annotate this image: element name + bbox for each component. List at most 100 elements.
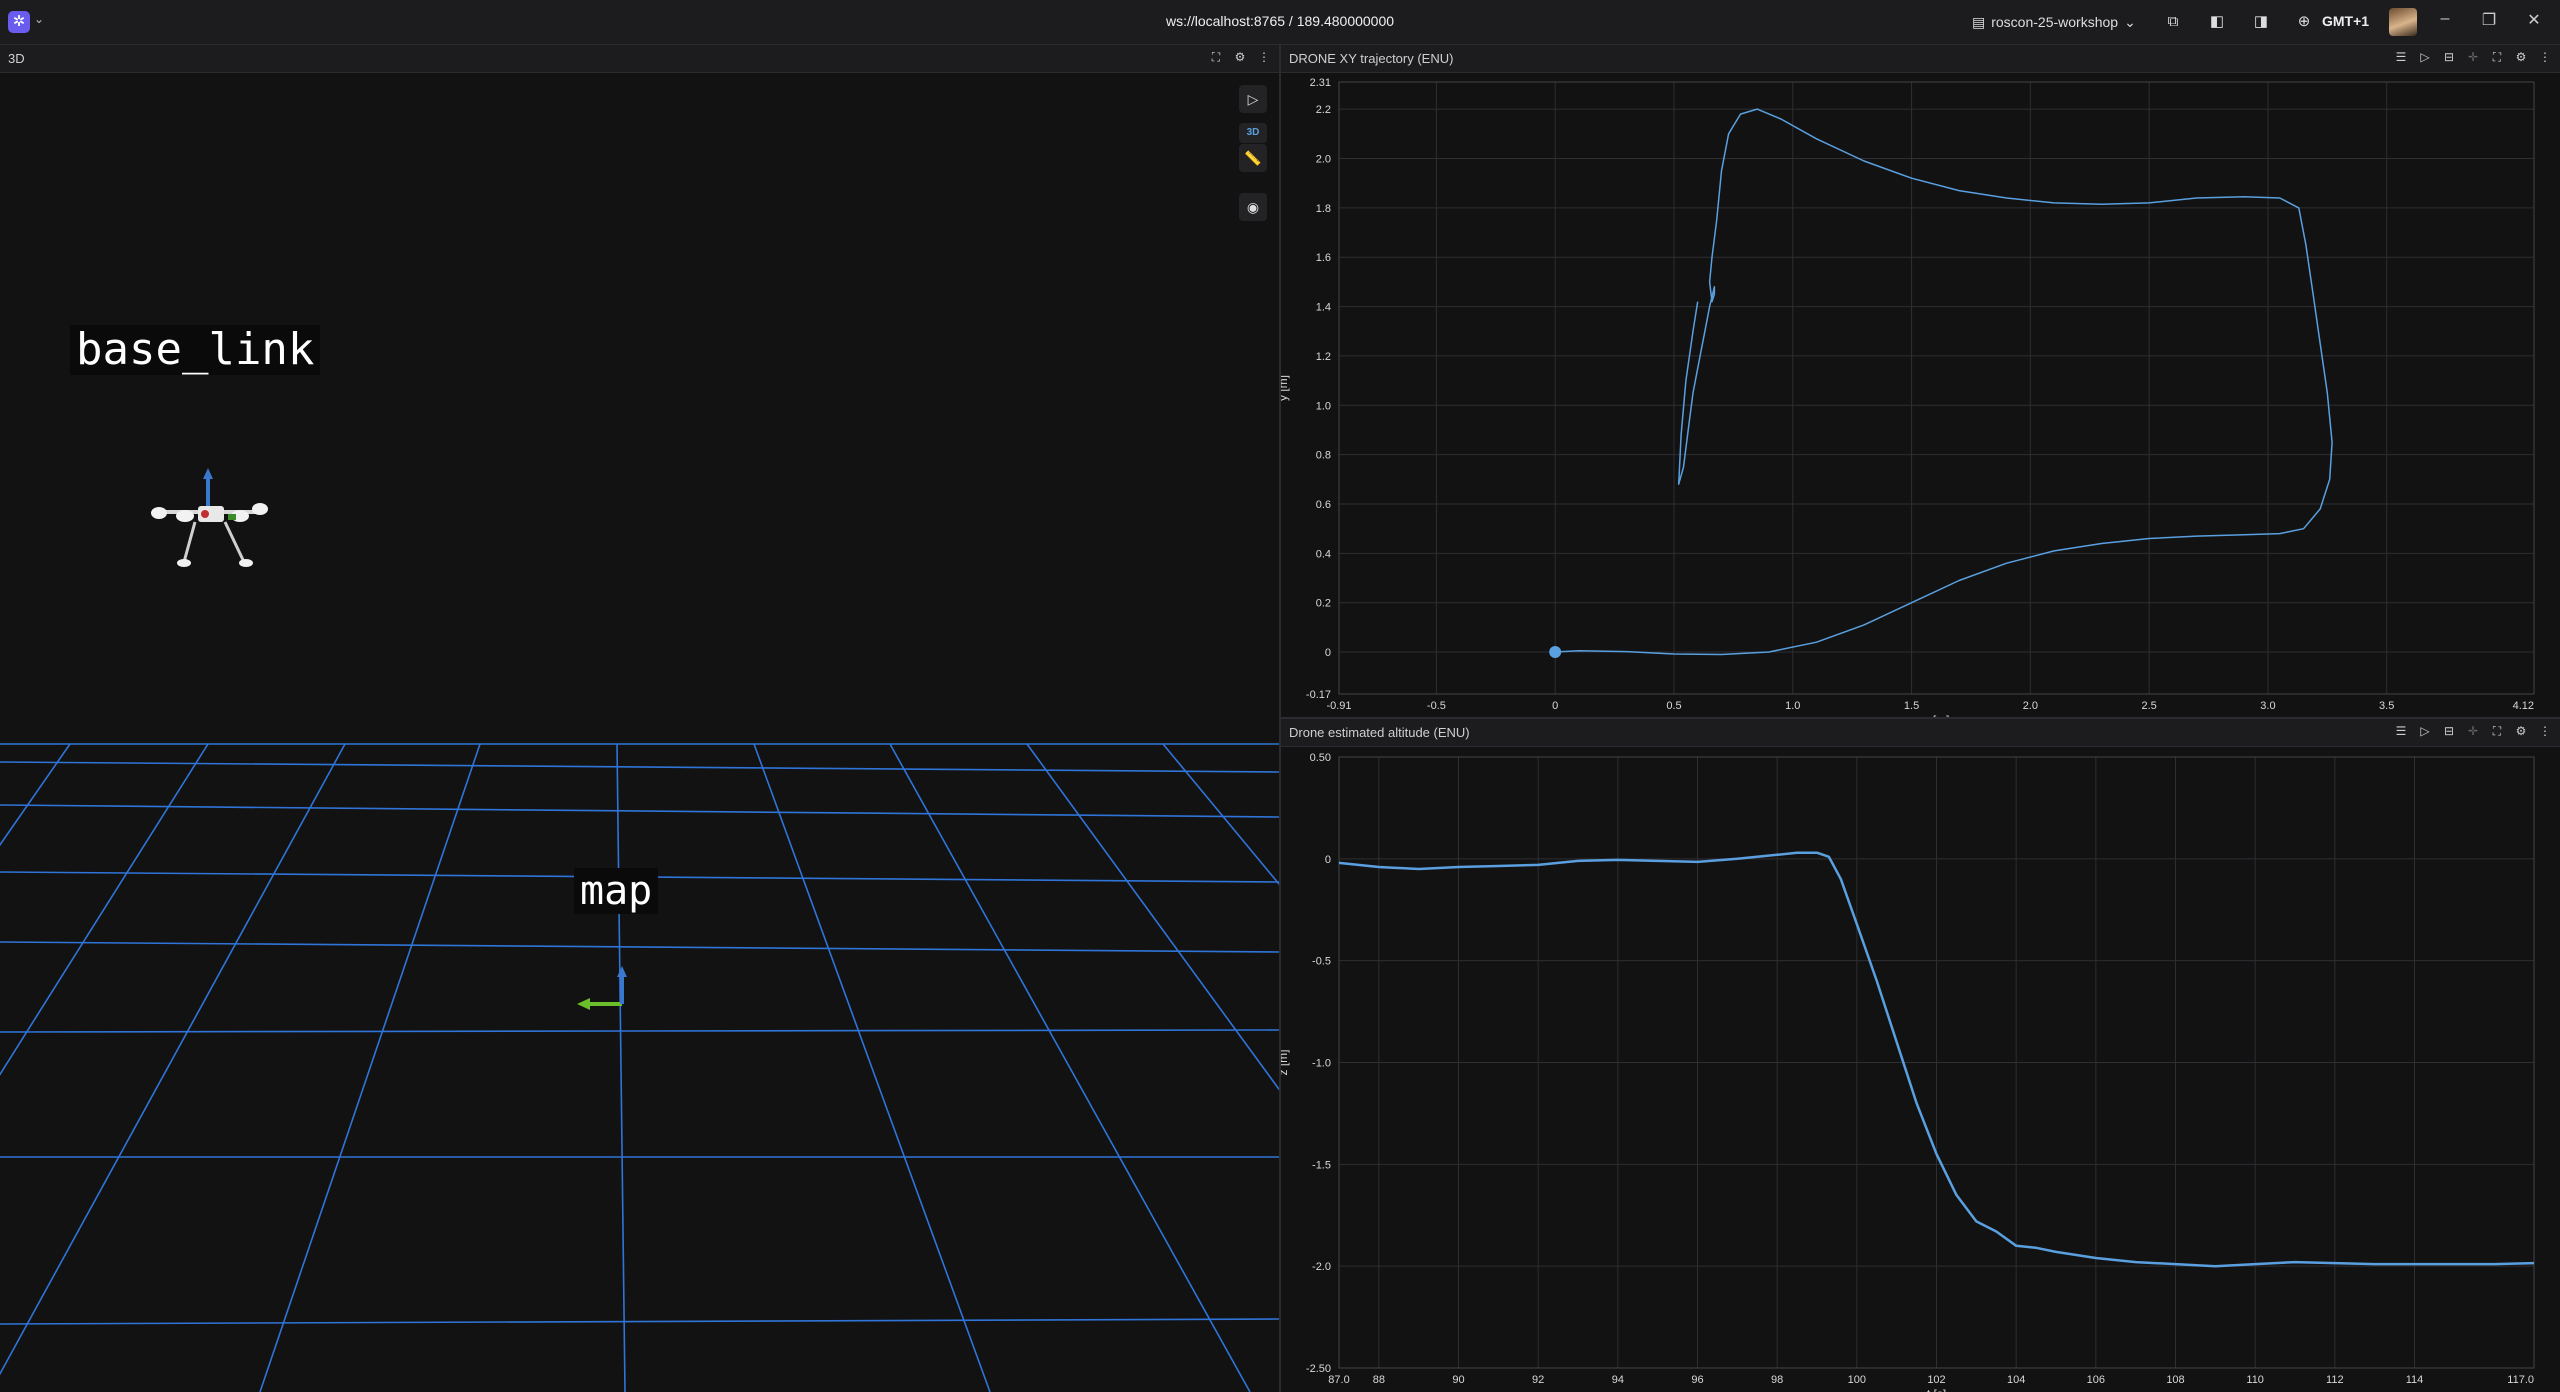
y-tick-label: 1.6 bbox=[1316, 252, 1331, 264]
select-tool-icon[interactable]: ▷ bbox=[1239, 85, 1267, 113]
panel-title: DRONE XY trajectory (ENU) bbox=[1289, 51, 1454, 66]
panel-header: DRONE XY trajectory (ENU) ☰ ▷ ⊟ ✛ ⛶ ⚙ ⋮ bbox=[1281, 45, 2560, 73]
x-tick-label: 88 bbox=[1373, 1374, 1385, 1386]
timezone-button[interactable]: GMT+1 bbox=[2322, 13, 2369, 29]
y-tick-label: -1.0 bbox=[1312, 1058, 1331, 1070]
y-axis-label: z [m] bbox=[1281, 1050, 1290, 1076]
frame-label-base-link: base_link bbox=[70, 325, 321, 375]
xy-plot[interactable]: -0.91 -0.5 0 0.5 1.0 1.5 2.0 2.5 3.0 3.5 4.12 -0.17… bbox=[1281, 72, 2560, 717]
y-tick-label: 2.31 bbox=[1310, 77, 1331, 89]
y-tick-label: 2.0 bbox=[1316, 154, 1331, 166]
x-tick-label: 90 bbox=[1452, 1374, 1464, 1386]
y-tick-label: 0.50 bbox=[1310, 752, 1331, 764]
y-tick-label: 0.6 bbox=[1316, 499, 1331, 511]
legend-list-icon[interactable]: ☰ bbox=[2394, 50, 2408, 65]
x-tick-label: 117.0 bbox=[2507, 1374, 2534, 1386]
x-tick-label: 100 bbox=[1848, 1374, 1866, 1386]
frame-label-map: map bbox=[574, 868, 659, 914]
x-tick-label: 3.0 bbox=[2260, 700, 2275, 712]
x-tick-label: 110 bbox=[2246, 1374, 2264, 1386]
app-bar-extensions-icon[interactable]: ⧉ bbox=[2163, 12, 2183, 32]
x-tick-label: 1.0 bbox=[1785, 700, 1800, 712]
panel-altitude: Drone estimated altitude (ENU) ☰ ▷ ⊟ ✛ ⛶… bbox=[1281, 719, 2560, 1392]
ground-grid bbox=[0, 743, 1279, 1392]
y-tick-label: 0.4 bbox=[1316, 548, 1331, 560]
drone-model bbox=[151, 468, 268, 567]
x-tick-label: 94 bbox=[1612, 1374, 1624, 1386]
download-icon[interactable]: ⊟ bbox=[2442, 724, 2456, 739]
maximize-icon[interactable]: ❐ bbox=[2479, 10, 2499, 30]
fullscreen-icon[interactable]: ⛶ bbox=[2490, 50, 2504, 65]
close-icon[interactable]: ✕ bbox=[2524, 10, 2544, 30]
minimize-icon[interactable]: – bbox=[2435, 10, 2455, 28]
y-tick-label: 1.8 bbox=[1316, 203, 1331, 215]
x-tick-label: 1.5 bbox=[1904, 700, 1919, 712]
map-z-axis-arrow bbox=[617, 966, 627, 977]
y-tick-label: 0 bbox=[1325, 647, 1331, 659]
y-tick-label: 0.2 bbox=[1316, 598, 1331, 610]
play-icon[interactable]: ▷ bbox=[2418, 724, 2432, 739]
x-tick-label: -0.5 bbox=[1427, 700, 1446, 712]
y-tick-label: -0.5 bbox=[1312, 956, 1331, 968]
x-tick-label: 112 bbox=[2326, 1374, 2344, 1386]
panel-header: Drone estimated altitude (ENU) ☰ ▷ ⊟ ✛ ⛶… bbox=[1281, 719, 2560, 747]
publish-pose-icon[interactable]: ◉ bbox=[1239, 193, 1267, 221]
legend-list-icon[interactable]: ☰ bbox=[2394, 724, 2408, 739]
y-tick-label: -1.5 bbox=[1312, 1159, 1331, 1171]
x-tick-label: 3.5 bbox=[2379, 700, 2394, 712]
layout-name: roscon-25-workshop bbox=[1991, 14, 2119, 30]
panel-title: Drone estimated altitude (ENU) bbox=[1289, 725, 1470, 740]
x-tick-label: 104 bbox=[2007, 1374, 2025, 1386]
crosshair-icon[interactable]: ✛ bbox=[2466, 724, 2480, 739]
map-y-axis-arrow bbox=[577, 998, 590, 1010]
fullscreen-icon[interactable]: ⛶ bbox=[2490, 724, 2504, 739]
x-axis-label: t [s] bbox=[1927, 1387, 1946, 1392]
layout-selector[interactable]: ▤ roscon-25-workshop ⌄ bbox=[1972, 11, 2136, 33]
x-tick-label: 108 bbox=[2166, 1374, 2184, 1386]
panel-header: 3D ⛶ ⚙ ⋮ bbox=[0, 45, 1279, 73]
y-tick-label: 0.8 bbox=[1316, 450, 1331, 462]
x-tick-label: 92 bbox=[1532, 1374, 1544, 1386]
left-sidebar-toggle-icon[interactable]: ◧ bbox=[2207, 12, 2227, 32]
x-tick-label: 2.5 bbox=[2141, 700, 2156, 712]
x-tick-label: -0.91 bbox=[1326, 700, 1351, 712]
user-avatar[interactable] bbox=[2389, 8, 2417, 36]
measure-ruler-icon[interactable]: 📏 bbox=[1239, 144, 1267, 172]
app-toolbar: ✲ ⌄ ws://localhost:8765 / 189.480000000 … bbox=[0, 0, 2560, 45]
x-tick-label: 0 bbox=[1552, 700, 1558, 712]
y-tick-label: 1.2 bbox=[1316, 351, 1331, 363]
altitude-plot[interactable]: 87.0 88 90 92 94 96 98 100 102 104 106 108 110 112 114… bbox=[1281, 746, 2560, 1392]
x-tick-label: 98 bbox=[1771, 1374, 1783, 1386]
series-line bbox=[1555, 108, 2333, 656]
settings-gear-icon[interactable]: ⚙ bbox=[1233, 50, 1247, 65]
x-tick-label: 0.5 bbox=[1666, 700, 1681, 712]
x-tick-label: 114 bbox=[2406, 1374, 2424, 1386]
more-menu-icon[interactable]: ⋮ bbox=[2538, 50, 2552, 65]
y-tick-label: 2.2 bbox=[1316, 104, 1331, 116]
settings-gear-icon[interactable]: ⚙ bbox=[2514, 724, 2528, 739]
y-axis-label: y [m] bbox=[1281, 375, 1290, 401]
more-menu-icon[interactable]: ⋮ bbox=[2538, 724, 2552, 739]
play-icon[interactable]: ▷ bbox=[2418, 50, 2432, 65]
panel-3d: 3D ⛶ ⚙ ⋮ ▷ 3D 📏 ◉ base_link map bbox=[0, 45, 1279, 1392]
x-tick-label: 87.0 bbox=[1328, 1374, 1349, 1386]
start-point-marker bbox=[1549, 646, 1562, 659]
settings-gear-icon[interactable]: ⚙ bbox=[2514, 50, 2528, 65]
panel-title: 3D bbox=[8, 51, 25, 66]
x-tick-label: 2.0 bbox=[2023, 700, 2038, 712]
fullscreen-icon[interactable]: ⛶ bbox=[1209, 50, 1223, 65]
chevron-down-icon: ⌄ bbox=[2124, 13, 2136, 30]
download-icon[interactable]: ⊟ bbox=[2442, 50, 2456, 65]
more-menu-icon[interactable]: ⋮ bbox=[1257, 50, 1271, 65]
toggle-3d-button[interactable]: 3D bbox=[1239, 123, 1267, 143]
panel-xy-trajectory: DRONE XY trajectory (ENU) ☰ ▷ ⊟ ✛ ⛶ ⚙ ⋮ … bbox=[1281, 45, 2560, 717]
x-tick-label: 96 bbox=[1691, 1374, 1703, 1386]
right-sidebar-toggle-icon[interactable]: ◨ bbox=[2251, 12, 2271, 32]
y-tick-label: 1.0 bbox=[1316, 400, 1331, 412]
y-tick-label: -2.0 bbox=[1312, 1261, 1331, 1273]
timezone-globe-icon[interactable]: ⊕ bbox=[2294, 12, 2314, 32]
crosshair-icon[interactable]: ✛ bbox=[2466, 50, 2480, 65]
scene-3d-viewport[interactable] bbox=[0, 72, 1279, 1392]
y-tick-label: 0 bbox=[1325, 854, 1331, 866]
y-tick-label: 1.4 bbox=[1316, 302, 1331, 314]
